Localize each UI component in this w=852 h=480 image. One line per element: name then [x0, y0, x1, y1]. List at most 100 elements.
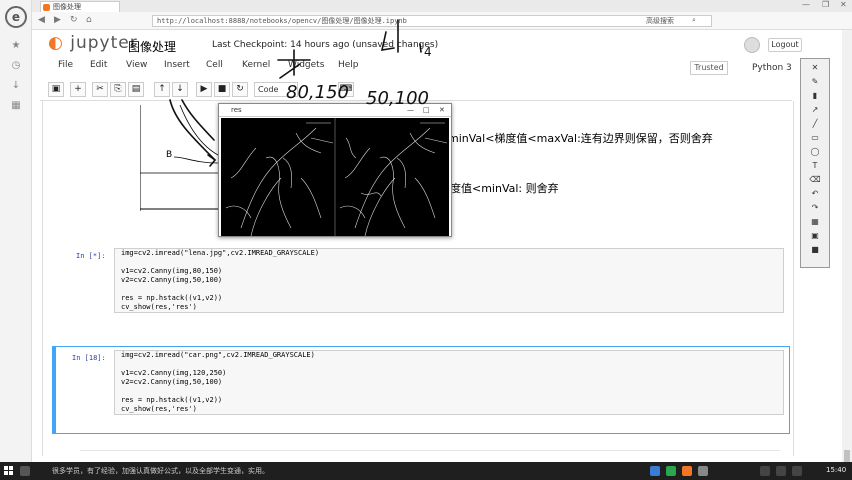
search-engine-label[interactable]: 高级搜索	[646, 16, 674, 26]
tray-volume-icon[interactable]	[776, 466, 786, 476]
code-line: v2=cv2.Canny(img,50,100)	[121, 276, 223, 284]
opencv-image-window[interactable]: res — □ ✕	[218, 103, 452, 237]
app-icon-2[interactable]	[666, 466, 676, 476]
save-icon[interactable]: ▣	[48, 82, 64, 97]
menu-cell[interactable]: Cell	[206, 60, 223, 70]
checkpoint-status: Last Checkpoint: 14 hours ago (unsaved c…	[212, 40, 439, 50]
kernel-name[interactable]: Python 3	[752, 63, 792, 73]
code-editor[interactable]: img=cv2.imread("lena.jpg",cv2.IMREAD_GRA…	[114, 248, 784, 313]
menu-file[interactable]: File	[58, 60, 73, 70]
color-swatch-black-icon[interactable]: ■	[809, 245, 821, 255]
diagram-label-b: B	[166, 150, 172, 160]
close-window-button[interactable]: ✕	[840, 0, 847, 9]
menu-widgets[interactable]: Widgets	[288, 60, 324, 70]
maximize-button[interactable]: ❐	[822, 0, 829, 9]
notebook-title[interactable]: 图像处理	[128, 38, 176, 55]
add-icon[interactable]: +	[70, 82, 86, 97]
canny-edge-image	[221, 118, 449, 236]
keyboard-icon[interactable]: ⌨	[338, 82, 354, 97]
arrow-icon[interactable]: ↗	[809, 105, 821, 115]
code-line: cv_show(res,'res')	[121, 405, 197, 413]
avatar	[744, 37, 760, 53]
apps-icon[interactable]: ▦	[10, 100, 22, 112]
menu-kernel[interactable]: Kernel	[242, 60, 270, 70]
menu-view[interactable]: View	[126, 60, 147, 70]
cell-prompt: In [18]:	[72, 354, 106, 362]
taskbar-clock: 15:40	[826, 466, 847, 474]
pen-icon[interactable]: ✎	[809, 77, 821, 87]
move-up-icon[interactable]: ↑	[154, 82, 170, 97]
browser-logo-icon[interactable]: e	[5, 6, 27, 28]
menu-edit[interactable]: Edit	[90, 60, 107, 70]
code-line: res = np.hstack((v1,v2))	[121, 294, 223, 302]
highlighter-icon[interactable]: ▮	[809, 91, 821, 101]
tray-network-icon[interactable]	[760, 466, 770, 476]
code-line: v1=cv2.Canny(img,80,150)	[121, 267, 223, 275]
code-line: img=cv2.imread("car.png",cv2.IMREAD_GRAY…	[121, 351, 315, 359]
jupyter-logo[interactable]: ◐ jupyter	[48, 33, 138, 53]
stop-icon[interactable]: ■	[214, 82, 230, 97]
markdown-rule-1: minVal<梯度值<maxVal:连有边界则保留，否则舍弃	[448, 132, 713, 145]
code-line: res = np.hstack((v1,v2))	[121, 396, 223, 404]
popup-minimize-button[interactable]: —	[407, 104, 414, 116]
cell-type-select[interactable]: Code	[254, 82, 298, 97]
move-down-icon[interactable]: ↓	[172, 82, 188, 97]
restart-icon[interactable]: ↻	[232, 82, 248, 97]
code-cell-2-selected[interactable]: In [18]: img=cv2.imread("car.png",cv2.IM…	[52, 346, 794, 434]
start-menu-icon[interactable]	[4, 466, 14, 476]
popup-maximize-button[interactable]: □	[423, 104, 430, 116]
code-editor[interactable]: img=cv2.imread("car.png",cv2.IMREAD_GRAY…	[114, 350, 784, 415]
popup-close-button[interactable]: ✕	[439, 104, 445, 116]
favorites-icon[interactable]: ★	[10, 40, 22, 52]
app-icon-4[interactable]	[698, 466, 708, 476]
search-taskbar-icon[interactable]	[20, 466, 30, 476]
grid-icon[interactable]: ▦	[809, 217, 821, 227]
eraser-icon[interactable]: ⌫	[809, 175, 821, 185]
markdown-rule-2: 度值<minVal: 则舍弃	[450, 182, 559, 195]
history-icon[interactable]: ◷	[10, 60, 22, 72]
browser-tab[interactable]: 图像处理	[40, 1, 120, 12]
menu-help[interactable]: Help	[338, 60, 359, 70]
copy-icon[interactable]: ⎘	[110, 82, 126, 97]
download-icon[interactable]: ↓	[10, 80, 22, 92]
os-taskbar: 很多学员，有了经验，加强认真做好公式，以及全部学生变通，实用。 15:40	[0, 462, 852, 480]
close-icon[interactable]: ✕	[809, 63, 821, 73]
cut-icon[interactable]: ✂	[92, 82, 108, 97]
refresh-icon[interactable]: ↻	[70, 15, 78, 25]
minimize-button[interactable]: —	[802, 0, 810, 9]
text-icon[interactable]: T	[809, 161, 821, 171]
page-scrollbar[interactable]	[842, 30, 852, 470]
run-icon[interactable]: ▶	[196, 82, 212, 97]
ellipse-icon[interactable]: ◯	[809, 147, 821, 157]
code-line: cv_show(res,'res')	[121, 303, 197, 311]
url-input[interactable]: http://localhost:8888/notebooks/opencv/图…	[152, 15, 712, 27]
undo-icon[interactable]: ↶	[809, 189, 821, 199]
empty-cell[interactable]	[80, 450, 780, 458]
menu-insert[interactable]: Insert	[164, 60, 190, 70]
screen-icon[interactable]: ▣	[809, 231, 821, 241]
redo-icon[interactable]: ↷	[809, 203, 821, 213]
jupyter-favicon-icon	[43, 4, 50, 11]
app-icon-3[interactable]	[682, 466, 692, 476]
code-line: v1=cv2.Canny(img,120,250)	[121, 369, 227, 377]
paste-icon[interactable]: ▤	[128, 82, 144, 97]
trusted-badge[interactable]: Trusted	[690, 61, 728, 75]
app-icon-1[interactable]	[650, 466, 660, 476]
home-icon[interactable]: ⌂	[86, 15, 92, 25]
line-icon[interactable]: ╱	[809, 119, 821, 129]
popup-titlebar[interactable]: res — □ ✕	[219, 104, 451, 117]
taskbar-notice: 很多学员，有了经验，加强认真做好公式，以及全部学生变通，实用。	[52, 467, 269, 475]
tab-strip: 图像处理 — ❐ ✕	[32, 0, 852, 12]
rectangle-icon[interactable]: ▭	[809, 133, 821, 143]
address-bar-row: ◀ ▶ ↻ ⌂ http://localhost:8888/notebooks/…	[32, 12, 852, 30]
edge-map-drawing	[221, 118, 449, 236]
back-icon[interactable]: ◀	[38, 15, 45, 25]
forward-icon[interactable]: ▶	[54, 15, 61, 25]
search-icon[interactable]: ⌕	[692, 16, 696, 25]
jupyter-logo-icon: ◐	[48, 33, 64, 53]
logout-button[interactable]: Logout	[768, 38, 802, 52]
tray-input-icon[interactable]	[792, 466, 802, 476]
